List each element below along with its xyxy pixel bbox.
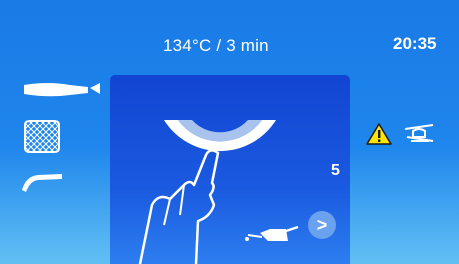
selection-arrow-icon — [90, 83, 100, 94]
handpiece-bowl-icon — [164, 120, 276, 152]
mesh-tray-icon — [24, 120, 60, 153]
sidebar-item-contra-angle[interactable] — [18, 166, 68, 196]
warning-icon[interactable] — [366, 122, 392, 151]
cycle-counter: 5 — [331, 162, 340, 179]
contra-angle-icon — [22, 174, 62, 192]
status-bar: 134°C / 3 min 20:35 — [0, 0, 459, 70]
sidebar-item-straight-handpiece[interactable] — [18, 76, 106, 104]
clock: 20:35 — [393, 34, 437, 53]
straight-handpiece-icon — [24, 83, 100, 97]
program-label: 134°C / 3 min — [163, 36, 269, 55]
oil-can-icon — [245, 225, 299, 241]
next-button[interactable]: > — [308, 211, 336, 239]
oil-handpiece-icon[interactable] — [403, 123, 435, 150]
tap-finger-icon — [138, 149, 220, 264]
autoclave-screen: { "header": { "program": "134°C / 3 min"… — [0, 0, 459, 264]
sidebar-item-mesh-tray[interactable] — [22, 120, 62, 154]
